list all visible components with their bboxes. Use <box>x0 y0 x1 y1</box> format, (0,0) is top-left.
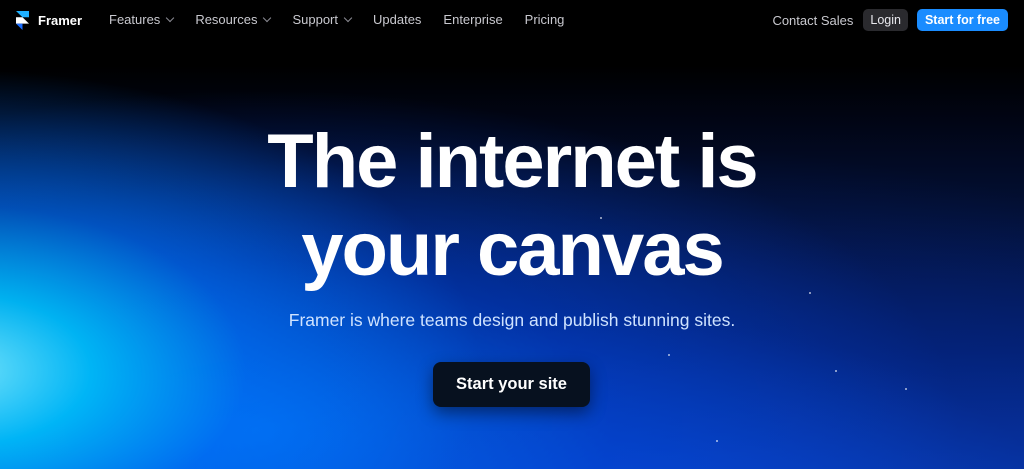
page: Framer Features Resources Support Update… <box>0 0 1024 469</box>
start-for-free-button[interactable]: Start for free <box>916 9 1008 31</box>
star-decoration <box>716 440 718 442</box>
nav-item-updates[interactable]: Updates <box>373 12 421 27</box>
hero-title-line-2: your canvas <box>301 207 725 292</box>
start-your-site-button[interactable]: Start your site <box>433 362 590 407</box>
nav-item-label: Updates <box>373 12 422 27</box>
hero-subtitle: Framer is where teams design and publish… <box>288 310 736 330</box>
chevron-down-icon <box>343 13 353 23</box>
star-decoration <box>905 388 907 390</box>
nav-item-label: Resources <box>195 12 258 27</box>
nav-actions: Contact Sales Login Start for free <box>772 9 1008 31</box>
nav-item-label: Features <box>109 12 161 27</box>
contact-sales-link[interactable]: Contact Sales <box>772 13 853 28</box>
nav-item-label: Support <box>292 12 338 27</box>
brand-name: Framer <box>38 13 83 28</box>
brand-logo[interactable]: Framer <box>16 11 82 30</box>
nav-item-features[interactable]: Features <box>109 12 175 27</box>
nav-item-support[interactable]: Support <box>292 12 353 27</box>
hero-title: The internet is your canvas <box>0 118 1024 294</box>
nav-item-label: Pricing <box>524 12 565 27</box>
chevron-down-icon <box>166 13 175 23</box>
nav-item-pricing[interactable]: Pricing <box>525 12 565 27</box>
star-decoration <box>835 370 837 372</box>
chevron-down-icon <box>263 13 272 23</box>
hero-title-line-1: The internet is <box>267 119 758 204</box>
star-decoration <box>668 354 670 356</box>
nav-item-enterprise[interactable]: Enterprise <box>443 12 502 27</box>
star-decoration <box>600 217 602 219</box>
main-menu: Features Resources Support Updates Enter… <box>109 12 586 27</box>
star-decoration <box>809 292 811 294</box>
login-button[interactable]: Login <box>863 9 908 31</box>
top-nav: Framer Features Resources Support Update… <box>0 0 1024 40</box>
nav-item-label: Enterprise <box>443 12 503 27</box>
framer-logo-icon <box>16 11 29 30</box>
nav-item-resources[interactable]: Resources <box>195 12 272 27</box>
